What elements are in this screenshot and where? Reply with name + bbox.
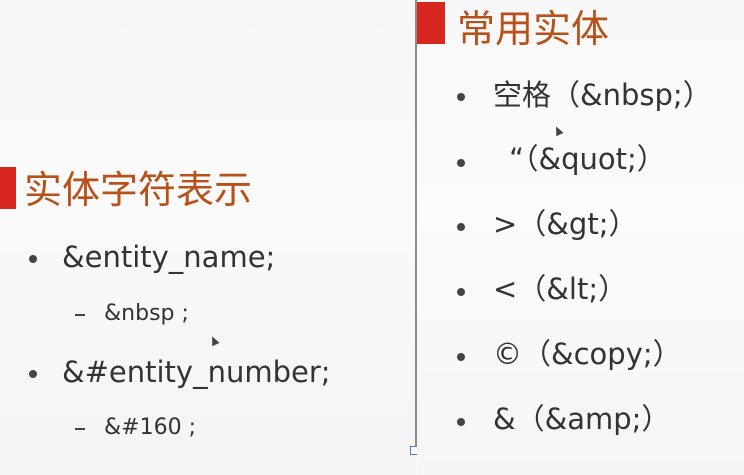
mouse-cursor-icon bbox=[208, 334, 220, 347]
bullet-icon bbox=[457, 353, 465, 361]
bullet-icon bbox=[29, 370, 37, 378]
dash-icon bbox=[75, 314, 85, 316]
list-item: &entity_name; bbox=[62, 240, 276, 274]
list-item: &（&amp;） bbox=[493, 402, 671, 436]
heading-accent-bar bbox=[0, 167, 16, 209]
left-heading: 实体字符表示 bbox=[24, 168, 253, 212]
sub-list-item: &nbsp ; bbox=[104, 301, 189, 326]
bullet-icon bbox=[29, 255, 37, 263]
right-heading: 常用实体 bbox=[457, 7, 610, 51]
dash-icon bbox=[75, 428, 85, 430]
bullet-icon bbox=[457, 288, 465, 296]
mouse-cursor-icon bbox=[552, 124, 564, 137]
bullet-icon bbox=[457, 223, 465, 231]
list-item: ©（&copy;） bbox=[493, 337, 682, 371]
bullet-icon bbox=[457, 93, 465, 101]
list-item: <（&lt;） bbox=[493, 272, 628, 306]
slide-canvas: 实体字符表示 &entity_name; &nbsp ; &#entity_nu… bbox=[0, 0, 744, 475]
list-item: >（&gt;） bbox=[493, 207, 638, 241]
list-item: &#entity_number; bbox=[62, 355, 331, 389]
list-item: “（&quot;） bbox=[509, 142, 666, 176]
sub-list-item: &#160 ; bbox=[104, 415, 196, 440]
bullet-icon bbox=[457, 159, 465, 167]
list-item: 空格（&nbsp;） bbox=[493, 78, 712, 112]
left-slide: 实体字符表示 &entity_name; &nbsp ; &#entity_nu… bbox=[0, 0, 416, 475]
bullet-icon bbox=[457, 418, 465, 426]
right-slide: 常用实体 空格（&nbsp;） “（&quot;） >（&gt;） <（&lt;… bbox=[417, 0, 744, 475]
heading-accent-bar bbox=[417, 2, 445, 44]
